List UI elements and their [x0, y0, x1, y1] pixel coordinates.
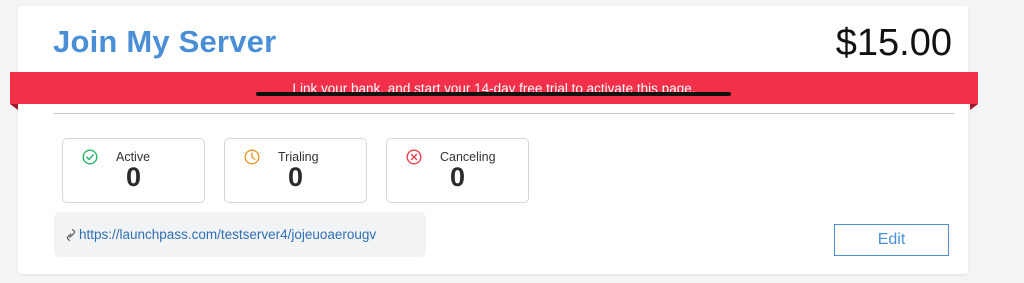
stat-count: 0 — [449, 162, 466, 192]
stat-canceling: Canceling 0 — [386, 138, 529, 203]
stat-active: Active 0 — [62, 138, 205, 203]
divider — [54, 113, 954, 114]
edit-button[interactable]: Edit — [834, 224, 949, 256]
ribbon-fold-right — [970, 104, 978, 110]
price-label: $15.00 — [835, 22, 952, 64]
stat-count: 0 — [287, 162, 304, 192]
ribbon-fold-left — [10, 104, 18, 110]
server-link[interactable]: https://launchpass.com/testserver4/jojeu… — [79, 227, 376, 242]
banner-underline — [256, 92, 731, 96]
link-box: https://launchpass.com/testserver4/jojeu… — [54, 212, 426, 257]
page-title: Join My Server — [53, 24, 277, 59]
product-card: Join My Server $15.00 Active 0 Trialing … — [18, 6, 968, 274]
stat-count: 0 — [125, 162, 142, 192]
stat-trialing: Trialing 0 — [224, 138, 367, 203]
activation-banner: Link your bank, and start your 14-day fr… — [10, 72, 978, 104]
link-icon — [66, 228, 76, 241]
